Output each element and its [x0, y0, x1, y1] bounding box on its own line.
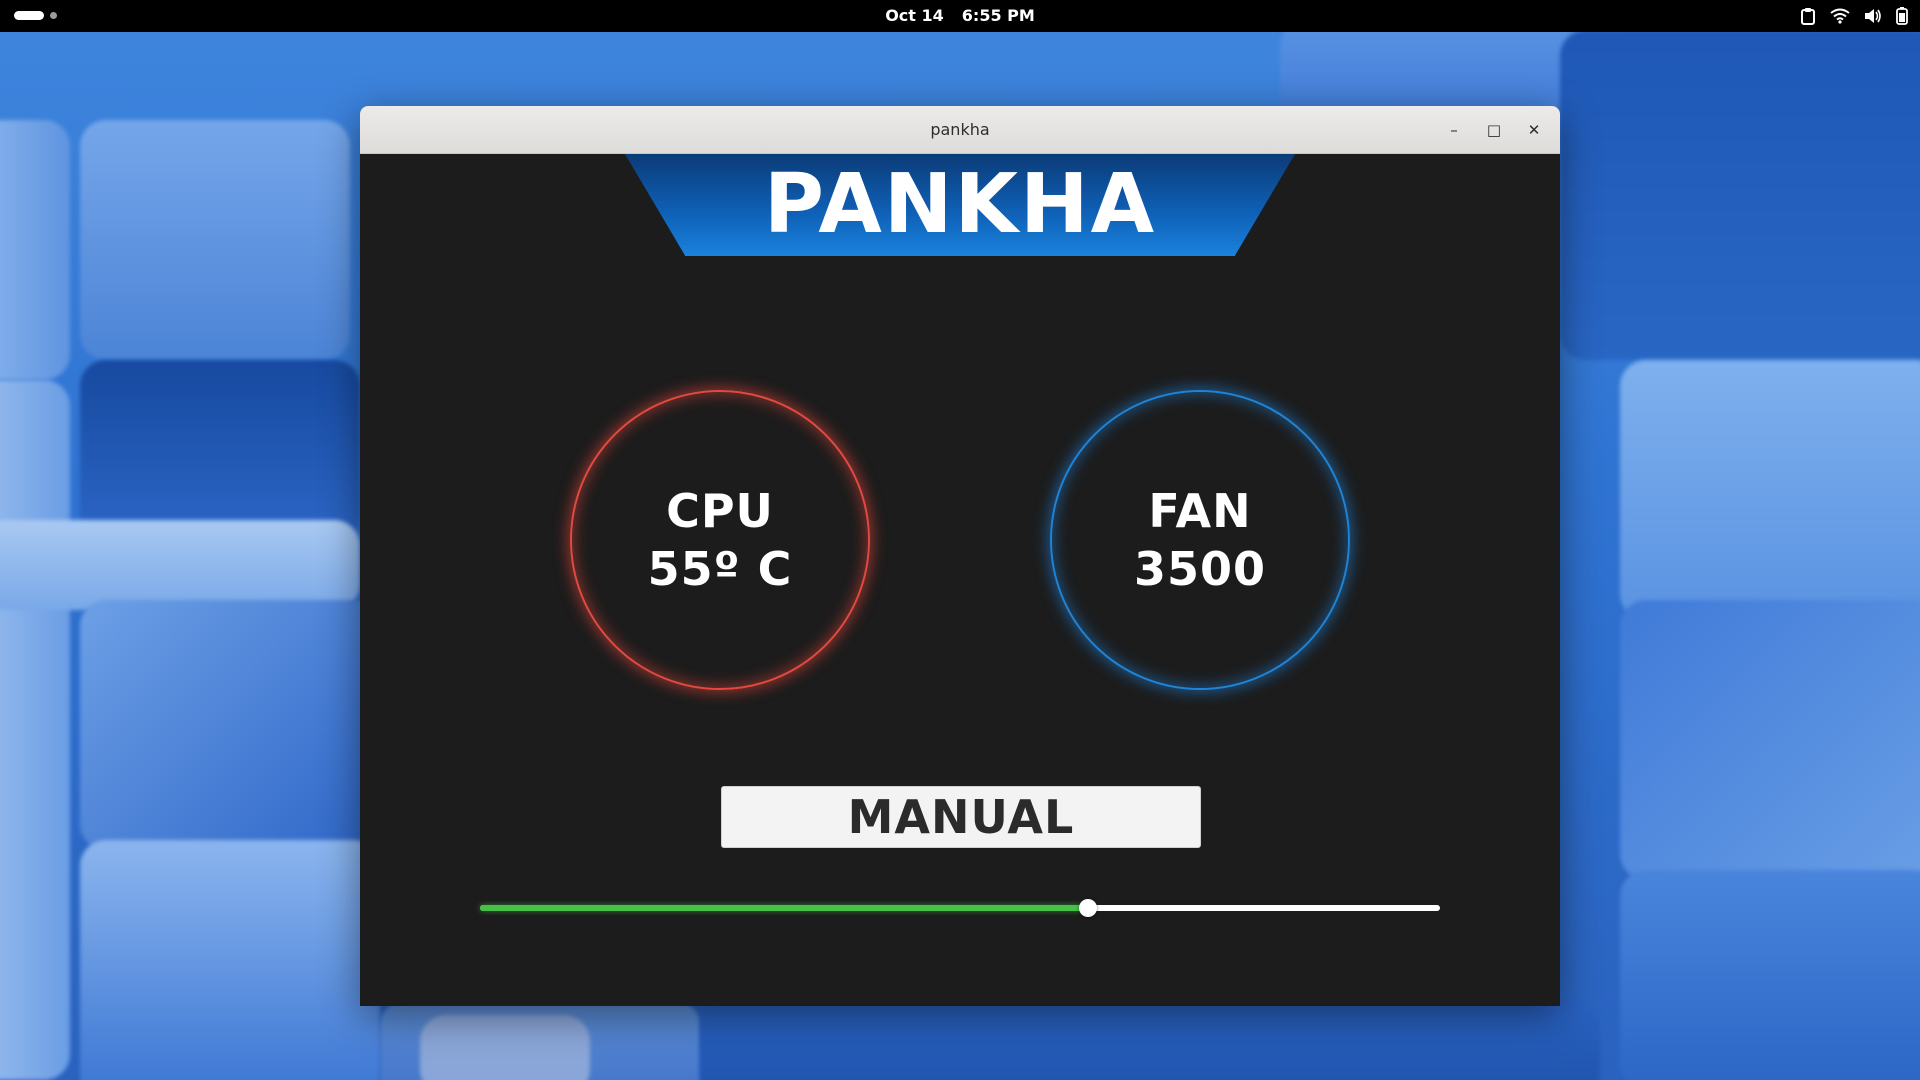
minimize-icon: – — [1450, 121, 1458, 139]
volume-icon[interactable] — [1864, 8, 1882, 24]
logo-banner: PANKHA — [625, 154, 1295, 256]
minimize-button[interactable]: – — [1438, 114, 1470, 146]
battery-icon[interactable] — [1896, 7, 1908, 25]
window-controls: – □ ✕ — [1438, 114, 1550, 146]
wifi-icon[interactable] — [1830, 8, 1850, 24]
maximize-button[interactable]: □ — [1478, 114, 1510, 146]
close-button[interactable]: ✕ — [1518, 114, 1550, 146]
mode-toggle-button[interactable]: MANUAL — [721, 786, 1201, 848]
clock[interactable]: Oct 14 6:55 PM — [0, 0, 1920, 32]
fan-speed-slider[interactable] — [480, 898, 1440, 918]
clock-date: Oct 14 — [885, 6, 944, 25]
clipboard-icon[interactable] — [1800, 7, 1816, 25]
cpu-gauge: CPU 55º C — [570, 390, 870, 690]
maximize-icon: □ — [1486, 121, 1502, 139]
close-icon: ✕ — [1527, 121, 1541, 139]
fan-gauge: FAN 3500 — [1050, 390, 1350, 690]
app-window: pankha – □ ✕ PANKHA CPU 55º C FAN 3500 M… — [360, 106, 1560, 1006]
system-tray[interactable] — [1800, 0, 1908, 32]
cpu-label: CPU — [666, 484, 774, 538]
slider-thumb[interactable] — [1079, 899, 1097, 917]
slider-fill — [480, 905, 1088, 911]
fan-label: FAN — [1148, 484, 1252, 538]
fan-speed: 3500 — [1133, 542, 1267, 596]
top-bar: Oct 14 6:55 PM — [0, 0, 1920, 32]
app-content: PANKHA CPU 55º C FAN 3500 MANUAL — [360, 154, 1560, 1006]
window-title: pankha — [930, 120, 990, 139]
cpu-temperature: 55º C — [647, 542, 793, 596]
app-logo: PANKHA — [763, 157, 1157, 252]
clock-time: 6:55 PM — [961, 6, 1035, 25]
window-titlebar[interactable]: pankha – □ ✕ — [360, 106, 1560, 154]
